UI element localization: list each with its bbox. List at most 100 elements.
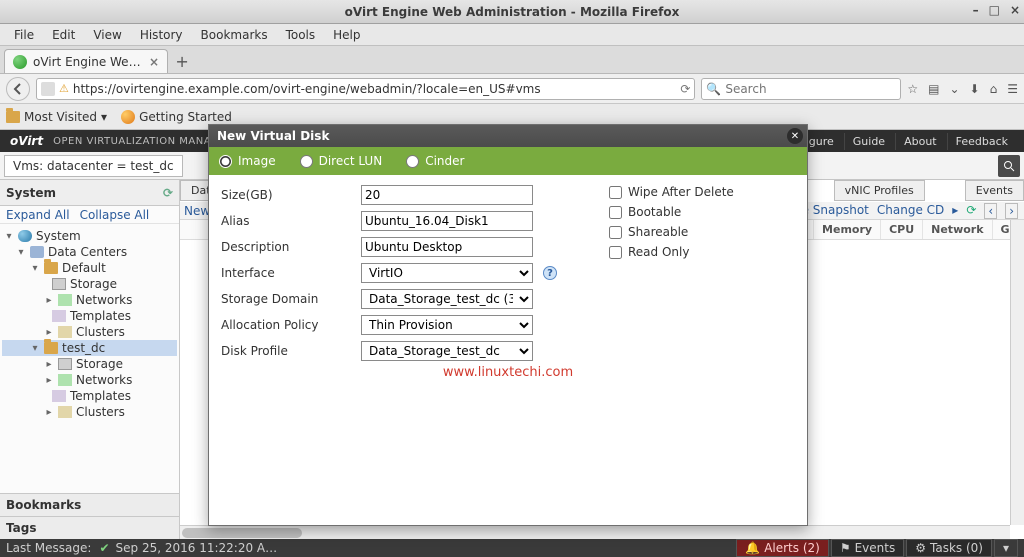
tab-image[interactable]: Image — [219, 154, 276, 168]
search-button[interactable] — [998, 155, 1020, 177]
downloads-icon[interactable]: ⬇ — [970, 82, 980, 96]
tree-clusters-2[interactable]: Clusters — [76, 405, 125, 419]
bookmark-most-visited[interactable]: Most Visited ▾ — [6, 110, 107, 124]
tree-networks[interactable]: Networks — [76, 293, 132, 307]
refresh-small-icon[interactable]: ⟳ — [966, 203, 976, 219]
sidebar-tab-tags[interactable]: Tags — [0, 516, 179, 539]
tree-default[interactable]: Default — [62, 261, 106, 275]
tab-events[interactable]: Events — [965, 180, 1024, 201]
back-button[interactable] — [6, 77, 30, 101]
description-input[interactable] — [361, 237, 533, 257]
check-wipe[interactable]: Wipe After Delete — [609, 185, 734, 199]
link-guide[interactable]: Guide — [844, 133, 893, 150]
browser-navbar: ⚠ ⟳ 🔍 ☆ ▤ ⌄ ⬇ ⌂ ☰ — [0, 74, 1024, 104]
new-button[interactable]: New — [184, 204, 210, 218]
tree-storage-2[interactable]: Storage — [76, 357, 123, 371]
link-feedback[interactable]: Feedback — [947, 133, 1016, 150]
change-cd-link[interactable]: Change CD — [877, 203, 944, 219]
browser-tab[interactable]: oVirt Engine Web Admi… × — [4, 49, 168, 73]
status-expand-icon[interactable]: ▾ — [994, 539, 1018, 557]
close-icon[interactable]: × — [1010, 3, 1020, 17]
search-bar[interactable]: 🔍 — [701, 78, 901, 100]
readonly-checkbox[interactable] — [609, 246, 622, 259]
check-shareable[interactable]: Shareable — [609, 225, 734, 239]
horizontal-scrollbar[interactable] — [180, 525, 1010, 539]
minimize-icon[interactable]: – — [973, 3, 979, 17]
wipe-checkbox[interactable] — [609, 186, 622, 199]
expand-all-link[interactable]: Expand All — [6, 208, 70, 221]
new-virtual-disk-dialog: New Virtual Disk ✕ Image Direct LUN Cind… — [208, 124, 808, 526]
alias-input[interactable] — [361, 211, 533, 231]
menu-view[interactable]: View — [85, 26, 129, 44]
tree-clusters[interactable]: Clusters — [76, 325, 125, 339]
firefox-icon — [121, 110, 135, 124]
identity-icon[interactable] — [41, 82, 55, 96]
reload-icon[interactable]: ⟳ — [680, 82, 690, 96]
tab-direct-lun[interactable]: Direct LUN — [300, 154, 383, 168]
events-chip[interactable]: ⚑Events — [831, 539, 904, 557]
maximize-icon[interactable]: □ — [989, 3, 1000, 17]
radio-cinder[interactable] — [406, 155, 419, 168]
pocket-icon[interactable]: ⌄ — [949, 82, 959, 96]
shareable-checkbox[interactable] — [609, 226, 622, 239]
tree-networks-2[interactable]: Networks — [76, 373, 132, 387]
tree-system[interactable]: System — [36, 229, 81, 243]
col-cpu[interactable]: CPU — [881, 220, 923, 239]
interface-select[interactable]: VirtIO — [361, 263, 533, 283]
next-page-icon[interactable]: › — [1005, 203, 1018, 219]
menu-file[interactable]: File — [6, 26, 42, 44]
url-input[interactable] — [73, 82, 676, 96]
tree-test-dc[interactable]: test_dc — [62, 341, 105, 355]
new-tab-button[interactable]: + — [168, 49, 196, 73]
tree-storage[interactable]: Storage — [70, 277, 117, 291]
bootable-checkbox[interactable] — [609, 206, 622, 219]
snapshot-link[interactable]: e Snapshot — [802, 203, 869, 219]
menu-help[interactable]: Help — [325, 26, 368, 44]
alerts-chip[interactable]: 🔔Alerts (2) — [736, 539, 829, 557]
col-memory[interactable]: Memory — [814, 220, 881, 239]
tab-close-icon[interactable]: × — [149, 55, 159, 69]
size-input[interactable] — [361, 185, 533, 205]
menu-history[interactable]: History — [132, 26, 191, 44]
menu-bookmarks[interactable]: Bookmarks — [193, 26, 276, 44]
bookmark-getting-started[interactable]: Getting Started — [121, 110, 232, 124]
favicon-icon — [13, 55, 27, 69]
dialog-titlebar[interactable]: New Virtual Disk ✕ — [209, 125, 807, 147]
menu-tools[interactable]: Tools — [278, 26, 324, 44]
check-readonly[interactable]: Read Only — [609, 245, 734, 259]
hamburger-icon[interactable]: ☰ — [1007, 82, 1018, 96]
prev-page-icon[interactable]: ‹ — [984, 203, 997, 219]
link-about[interactable]: About — [895, 133, 945, 150]
col-network[interactable]: Network — [923, 220, 992, 239]
home-icon[interactable]: ⌂ — [990, 82, 998, 96]
dialog-close-icon[interactable]: ✕ — [787, 128, 803, 144]
tree-datacenters[interactable]: Data Centers — [48, 245, 127, 259]
radio-image[interactable] — [219, 155, 232, 168]
tab-vnic-profiles[interactable]: vNIC Profiles — [834, 180, 925, 201]
search-input[interactable] — [725, 82, 896, 96]
allocation-policy-select[interactable]: Thin Provision — [361, 315, 533, 335]
info-icon[interactable]: ? — [543, 266, 557, 280]
lock-warning-icon[interactable]: ⚠ — [59, 82, 69, 95]
menu-edit[interactable]: Edit — [44, 26, 83, 44]
breadcrumb[interactable]: Vms: datacenter = test_dc — [4, 155, 183, 177]
system-tree: ▾System ▾Data Centers ▾Default Storage ▸… — [0, 224, 179, 493]
tasks-chip[interactable]: ⚙Tasks (0) — [906, 539, 992, 557]
chevron-down-icon: ▾ — [101, 110, 107, 124]
tree-templates[interactable]: Templates — [70, 309, 131, 323]
tree-templates-2[interactable]: Templates — [70, 389, 131, 403]
collapse-all-link[interactable]: Collapse All — [80, 208, 150, 221]
tab-cinder[interactable]: Cinder — [406, 154, 464, 168]
bookmark-star-icon[interactable]: ☆ — [907, 82, 918, 96]
storage-domain-select[interactable]: Data_Storage_test_dc (39 GB free c — [361, 289, 533, 309]
sidebar-tab-bookmarks[interactable]: Bookmarks — [0, 493, 179, 516]
check-bootable[interactable]: Bootable — [609, 205, 734, 219]
radio-direct-lun[interactable] — [300, 155, 313, 168]
chevron-right-icon[interactable]: ▸ — [952, 203, 958, 219]
library-icon[interactable]: ▤ — [928, 82, 939, 96]
url-bar[interactable]: ⚠ ⟳ — [36, 78, 695, 100]
refresh-icon[interactable]: ⟳ — [163, 186, 173, 200]
disk-profile-select[interactable]: Data_Storage_test_dc — [361, 341, 533, 361]
vertical-scrollbar[interactable] — [1010, 220, 1024, 525]
sidebar: System ⟳ Expand All Collapse All ▾System… — [0, 180, 180, 539]
